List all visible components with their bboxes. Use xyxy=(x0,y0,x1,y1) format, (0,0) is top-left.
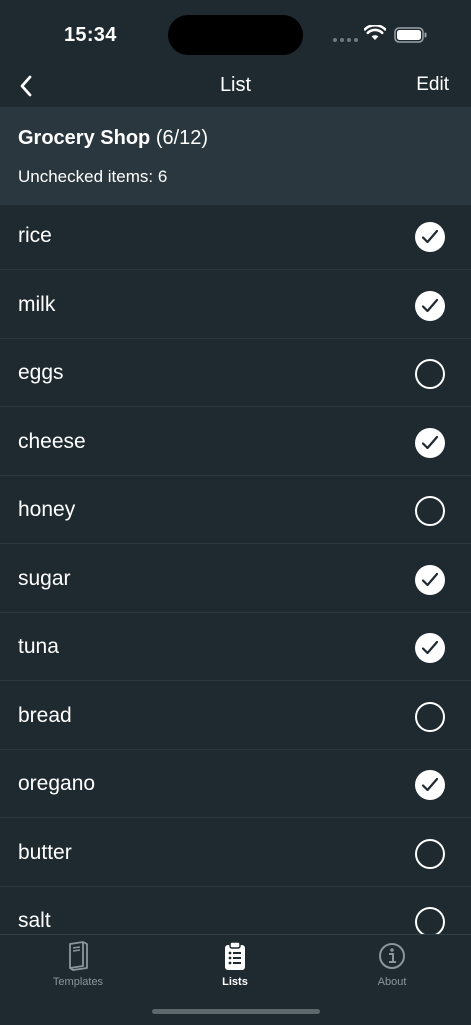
list-header: Grocery Shop (6/12) Unchecked items: 6 xyxy=(0,107,471,205)
list-item-label: oregano xyxy=(18,772,96,795)
list-item-label: tuna xyxy=(18,635,59,658)
item-list: rice milk eggs cheese honey sugar tuna bread ore… xyxy=(0,205,471,959)
list-item[interactable]: sugar xyxy=(0,547,471,613)
navigation-bar: List Edit xyxy=(0,66,471,106)
list-item[interactable]: tuna xyxy=(0,616,471,681)
checkmark-icon xyxy=(421,298,439,312)
info-icon xyxy=(379,943,405,969)
dynamic-island xyxy=(168,15,303,55)
list-item-label: milk xyxy=(18,292,56,316)
list-item[interactable]: cheese xyxy=(0,410,471,476)
checked-circle[interactable] xyxy=(415,222,445,252)
tab-about[interactable]: About xyxy=(342,941,442,988)
edit-button[interactable]: Edit xyxy=(416,74,449,96)
list-item-label: cheese xyxy=(18,429,86,453)
list-item-label: rice xyxy=(18,224,52,247)
checkmark-icon xyxy=(421,229,439,244)
checked-circle[interactable] xyxy=(415,427,445,458)
page-title: List xyxy=(219,74,252,96)
checkmark-icon xyxy=(421,572,439,586)
list-item[interactable]: oregano xyxy=(0,753,471,818)
home-indicator xyxy=(152,1009,320,1014)
list-item-label: butter xyxy=(18,840,72,864)
list-item[interactable]: bread xyxy=(0,684,471,750)
status-time: 15:34 xyxy=(64,24,117,46)
list-item[interactable]: eggs xyxy=(0,342,471,407)
tab-templates-label: Templates xyxy=(52,976,104,988)
unchecked-circle[interactable] xyxy=(415,838,445,869)
checkmark-icon xyxy=(421,435,439,449)
list-item[interactable]: butter xyxy=(0,821,471,887)
checked-circle[interactable] xyxy=(415,564,445,595)
unchecked-count: Unchecked items: 6 xyxy=(18,167,168,186)
checkmark-icon xyxy=(421,777,439,792)
checkmark-icon xyxy=(421,640,439,655)
list-item[interactable]: honey xyxy=(0,479,471,544)
clipboard-list-icon xyxy=(225,941,245,970)
tab-lists-label: Lists xyxy=(222,976,248,988)
list-name: Grocery Shop xyxy=(18,127,151,149)
status-bar: 15:34 xyxy=(0,0,471,66)
list-item-label: sugar xyxy=(18,566,71,590)
book-icon xyxy=(69,941,88,971)
wifi-icon xyxy=(364,25,386,40)
tab-about-label: About xyxy=(377,976,407,988)
list-item-label: bread xyxy=(18,703,72,727)
cellular-signal-icon xyxy=(333,38,358,42)
checked-circle[interactable] xyxy=(415,633,445,663)
checked-circle[interactable] xyxy=(415,290,445,321)
list-item-label: salt xyxy=(18,909,51,932)
unchecked-circle[interactable] xyxy=(415,701,445,732)
unchecked-circle[interactable] xyxy=(415,359,445,389)
list-item-label: eggs xyxy=(18,361,64,384)
checked-circle[interactable] xyxy=(415,770,445,800)
list-item-label: honey xyxy=(18,498,76,521)
list-item[interactable]: rice xyxy=(0,205,471,270)
list-title: Grocery Shop (6/12) xyxy=(18,127,208,150)
unchecked-circle[interactable] xyxy=(415,907,445,937)
list-item[interactable]: milk xyxy=(0,273,471,339)
tab-templates[interactable]: Templates xyxy=(28,941,128,988)
tab-lists[interactable]: Lists xyxy=(185,941,285,988)
unchecked-circle[interactable] xyxy=(415,496,445,526)
list-progress: (6/12) xyxy=(155,127,209,149)
battery-icon xyxy=(394,27,427,43)
